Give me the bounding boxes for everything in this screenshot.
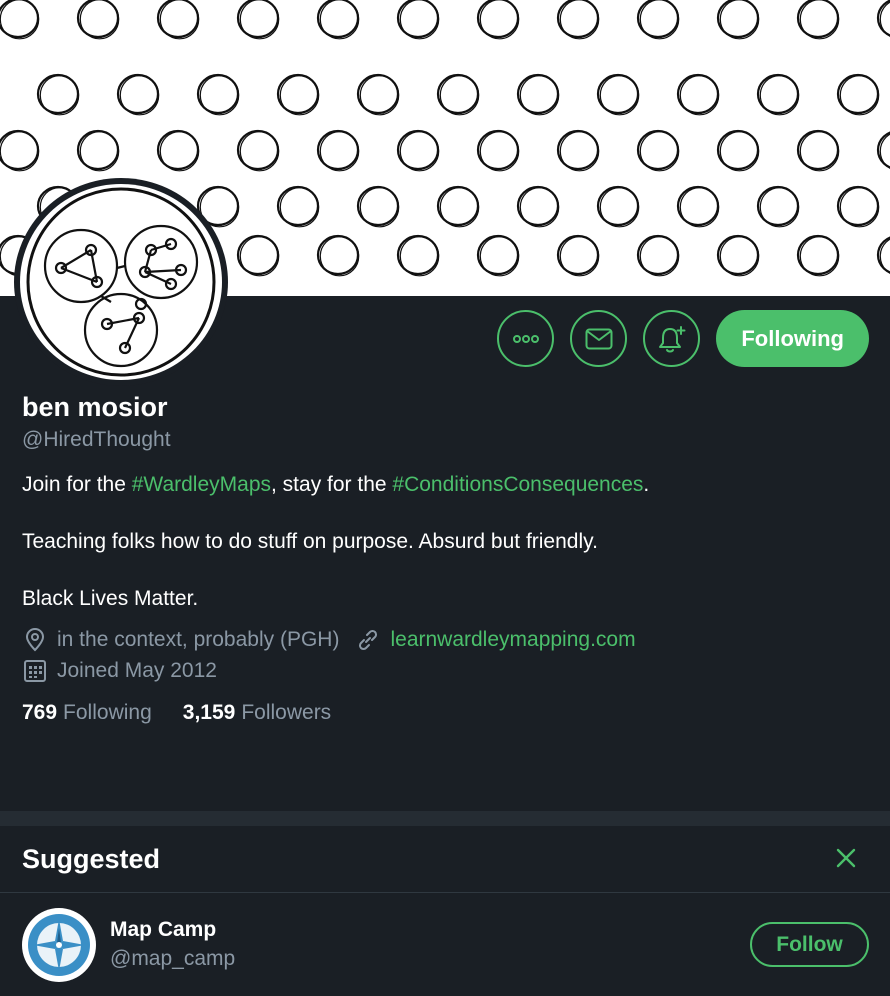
banner-circle [359, 74, 400, 116]
following-count-link[interactable]: 769 Following [22, 701, 152, 725]
bio-line: Black Lives Matter. [22, 587, 199, 610]
bio-text: Join for the [22, 473, 132, 496]
profile-name: ben mosior [22, 392, 168, 422]
banner-circle [79, 130, 120, 172]
link-icon [355, 627, 381, 653]
following-count: 769 [22, 701, 58, 724]
banner-circle [439, 186, 480, 228]
banner-circle [239, 0, 280, 40]
hashtag-link[interactable]: #ConditionsConsequences [392, 473, 643, 496]
banner-circle [79, 0, 120, 40]
banner-circle [239, 130, 280, 172]
banner-circle [439, 74, 480, 116]
profile-meta-joined: Joined May 2012 [22, 658, 217, 684]
more-button[interactable] [497, 310, 555, 367]
close-icon [836, 848, 856, 868]
banner-circle [199, 74, 240, 116]
banner-circle [679, 74, 720, 116]
section-divider [0, 811, 890, 826]
profile-stats: 769 Following 3,159 Followers [22, 701, 331, 725]
profile-meta-location: in the context, probably (PGH) learnward… [22, 627, 636, 653]
envelope-icon [585, 328, 613, 349]
joined-text: Joined May 2012 [57, 659, 217, 682]
banner-circle [359, 186, 400, 228]
followers-label: Followers [241, 701, 332, 724]
banner-circle [519, 186, 560, 228]
banner-circle [119, 74, 160, 116]
banner-circle [799, 0, 840, 40]
banner-circle [0, 131, 40, 172]
bio-text: , stay for the [271, 473, 393, 496]
banner-circle [559, 236, 600, 277]
suggested-title: Suggested [22, 844, 161, 874]
suggested-handle: @map_camp [110, 947, 236, 970]
location-text: in the context, probably (PGH) [57, 628, 340, 651]
bio-text: . [643, 473, 650, 496]
banner-circle [639, 130, 680, 172]
banner-circle [799, 236, 840, 277]
banner-circle [559, 0, 600, 40]
banner-circle [639, 236, 680, 277]
network-graph-avatar-icon [26, 187, 216, 377]
bio-line: Teaching folks how to do stuff on purpos… [22, 530, 598, 553]
following-button[interactable]: Following [716, 310, 869, 367]
banner-circle [719, 130, 760, 172]
banner-circle [479, 0, 520, 40]
bell-plus-icon [658, 325, 686, 352]
banner-circle [319, 130, 360, 172]
banner-circle [479, 236, 520, 277]
banner-circle [519, 74, 560, 116]
banner-circle [639, 0, 680, 40]
close-button[interactable] [834, 846, 858, 870]
banner-circle [839, 186, 880, 228]
calendar-icon [22, 658, 48, 684]
suggested-avatar[interactable] [22, 908, 96, 982]
message-button[interactable] [570, 310, 628, 367]
banner-circle [479, 130, 520, 172]
profile-avatar[interactable] [14, 178, 228, 386]
banner-circle [39, 74, 80, 116]
banner-circle [279, 74, 320, 116]
hashtag-link[interactable]: #WardleyMaps [132, 473, 271, 496]
banner-circle [399, 0, 440, 40]
banner-circle [159, 130, 200, 172]
banner-circle [839, 74, 880, 116]
profile-bio: Join for the #WardleyMaps, stay for the … [22, 471, 862, 613]
following-label: Following [63, 701, 152, 724]
banner-circle [0, 0, 40, 40]
follow-button[interactable]: Follow [750, 922, 869, 967]
banner-circle [719, 236, 760, 277]
banner-circle [719, 0, 760, 40]
notifications-button[interactable] [643, 310, 701, 367]
banner-circle [759, 74, 800, 116]
suggested-separator [0, 892, 890, 893]
more-icon [512, 334, 539, 343]
banner-circle [599, 186, 640, 228]
suggested-name[interactable]: Map Camp [110, 918, 216, 942]
compass-icon [28, 914, 90, 976]
followers-count: 3,159 [182, 701, 236, 724]
banner-circle [239, 236, 280, 277]
website-link[interactable]: learnwardleymapping.com [390, 628, 635, 652]
profile-actions: Following [497, 310, 869, 367]
banner-circle [599, 74, 640, 116]
followers-count-link[interactable]: 3,159 Followers [183, 701, 331, 725]
profile-handle: @HiredThought [22, 428, 171, 451]
banner-circle [759, 186, 800, 228]
banner-circle [799, 130, 840, 172]
banner-circle [399, 236, 440, 277]
banner-circle [399, 130, 440, 172]
banner-circle [679, 186, 720, 228]
location-pin-icon [22, 627, 48, 653]
banner-circle [279, 186, 320, 228]
banner-circle [319, 0, 360, 40]
banner-circle [159, 0, 200, 40]
suggested-panel: Suggested Map Camp @map_camp Follow [0, 826, 890, 996]
banner-circle [319, 236, 360, 277]
banner-circle [559, 130, 600, 172]
